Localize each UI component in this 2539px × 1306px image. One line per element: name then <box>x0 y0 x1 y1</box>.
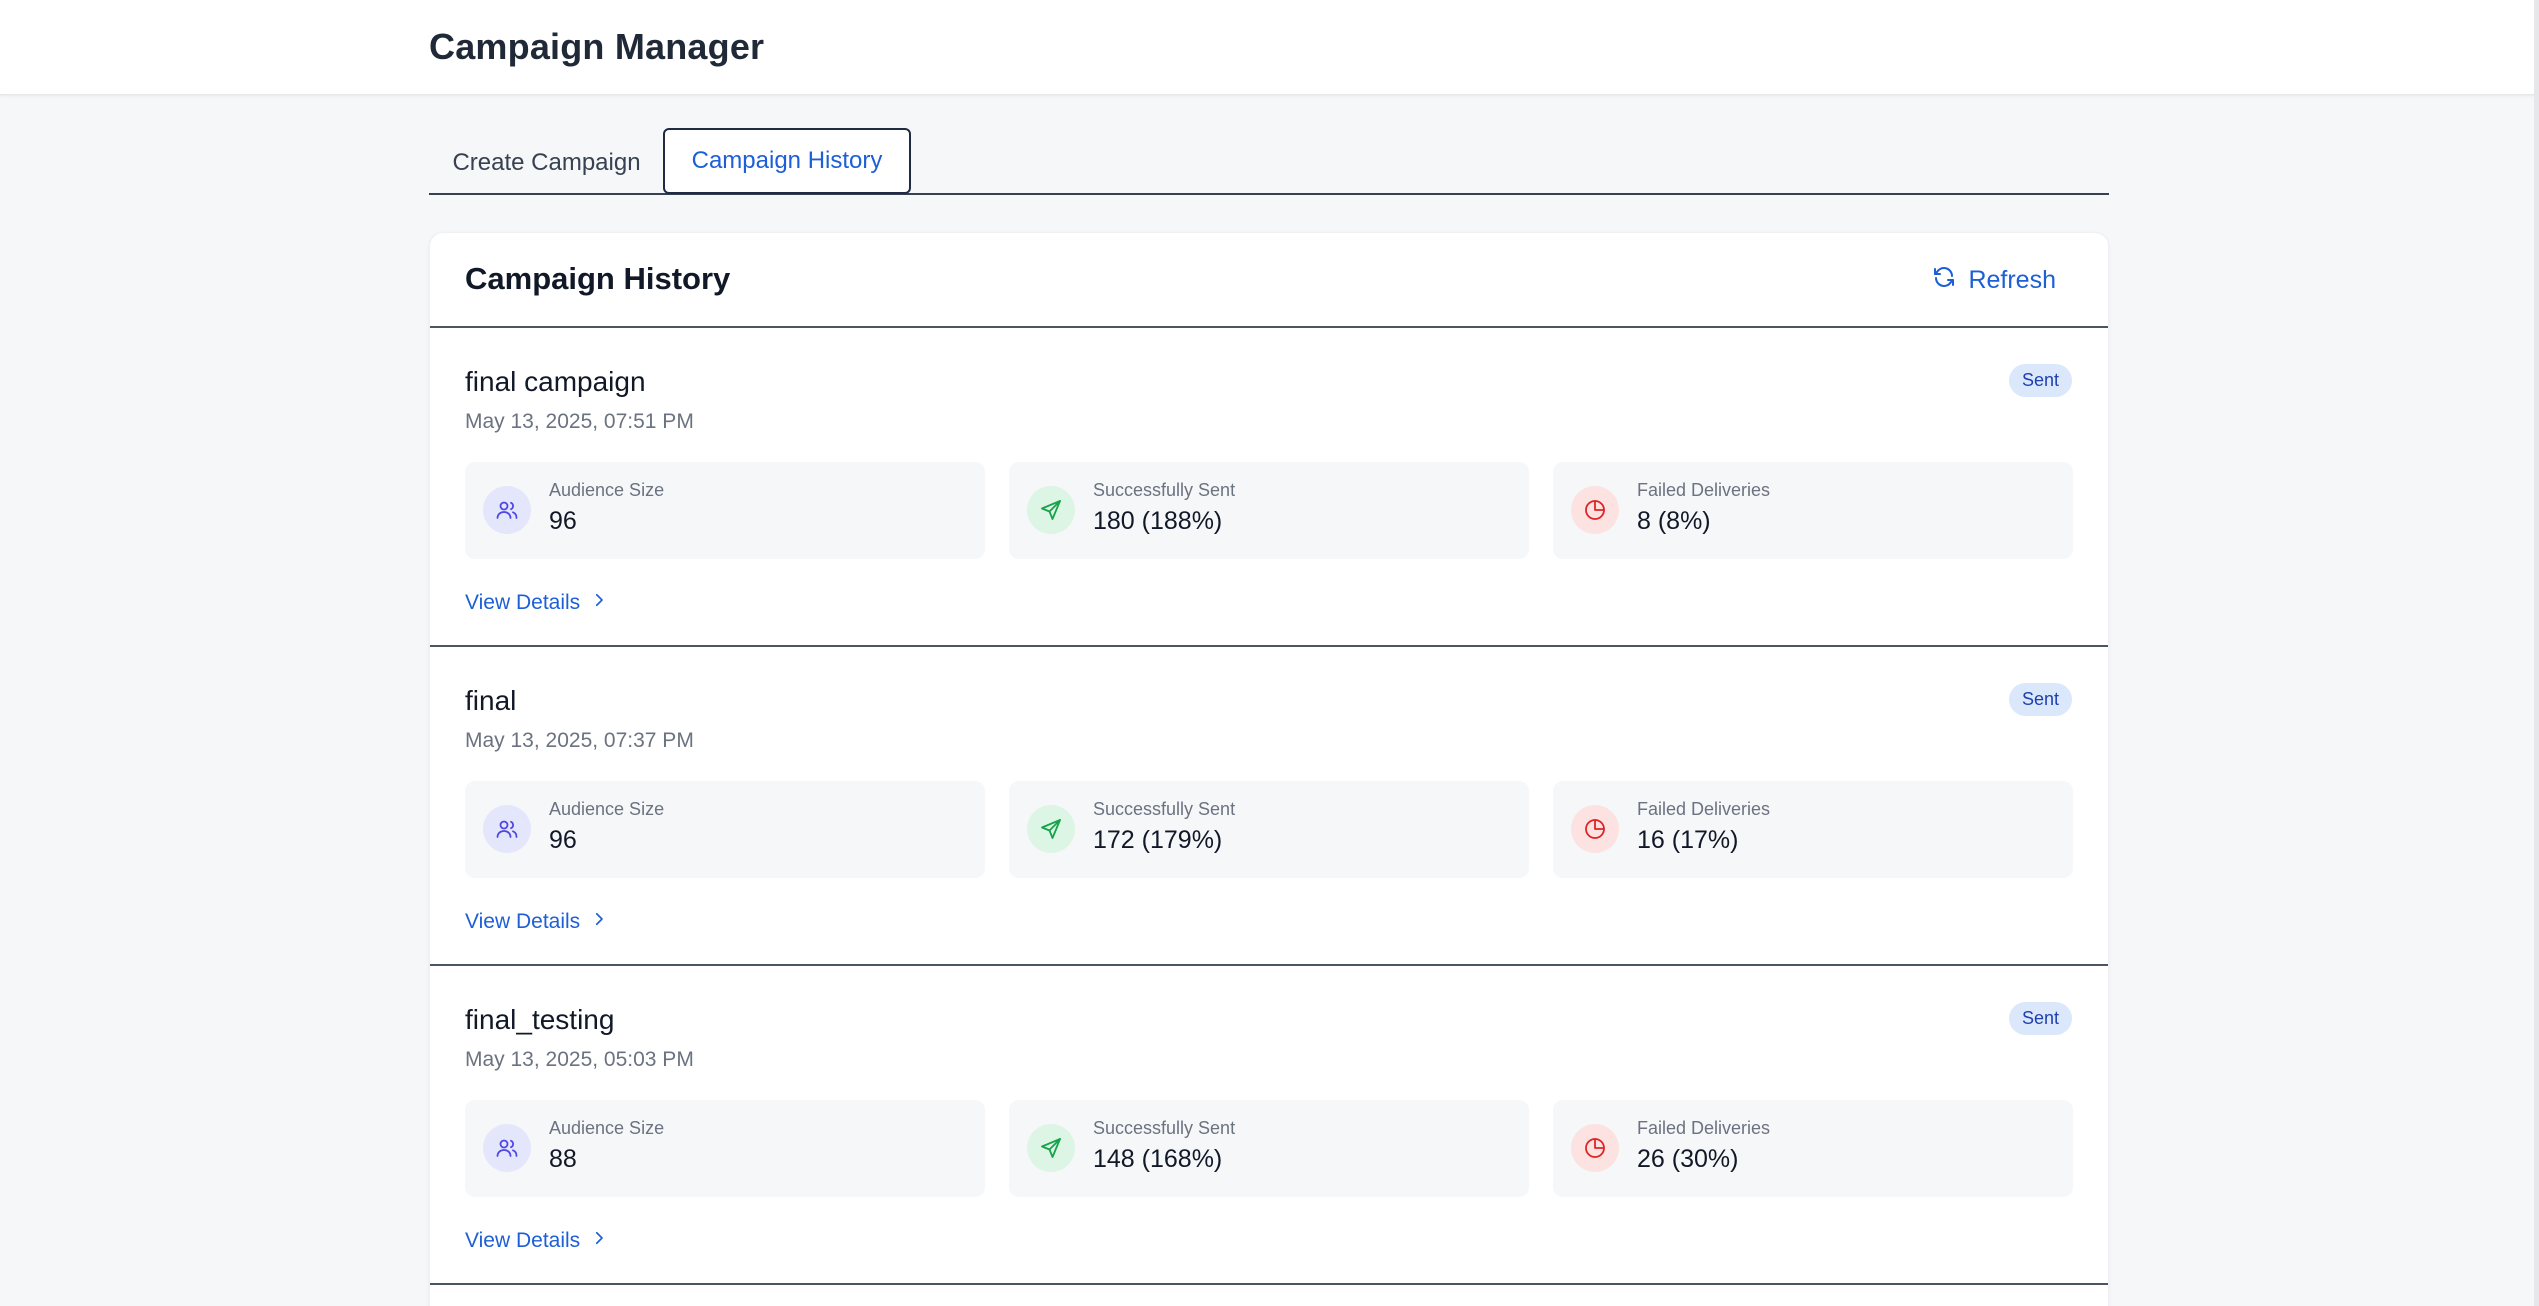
pie-chart-icon <box>1571 1124 1619 1172</box>
stat-value: 88 <box>549 1145 577 1173</box>
campaign-card: final_testing May 13, 2025, 05:03 PM Sen… <box>430 966 2108 1285</box>
campaign-name: final_testing <box>465 1004 615 1035</box>
panel-title: Campaign History <box>465 261 731 296</box>
stat-label: Failed Deliveries <box>1637 1118 1771 1138</box>
campaign-date: May 13, 2025, 05:03 PM <box>465 1048 694 1071</box>
users-icon <box>483 1124 531 1172</box>
refresh-label: Refresh <box>1968 265 2056 294</box>
chevron-right-icon <box>590 591 608 615</box>
top-bar: Campaign Manager <box>0 0 2539 95</box>
tab-bar: Create Campaign Campaign History <box>429 128 2109 195</box>
status-badge: Sent <box>2008 683 2072 716</box>
failed-deliveries-stat: Failed Deliveries 8 (8%) <box>1553 462 2073 559</box>
status-badge: Sent <box>2008 1002 2072 1035</box>
stat-label: Failed Deliveries <box>1637 799 1771 819</box>
users-icon <box>483 805 531 853</box>
stat-label: Audience Size <box>549 799 665 819</box>
stat-value: 8 (8%) <box>1637 507 1711 535</box>
chevron-right-icon <box>590 910 608 934</box>
users-icon <box>483 486 531 534</box>
stat-value: 26 (30%) <box>1637 1145 1739 1173</box>
pie-chart-icon <box>1571 805 1619 853</box>
view-details-link[interactable]: View Details <box>465 591 608 615</box>
app-title: Campaign Manager <box>429 26 765 67</box>
stat-value: 96 <box>549 507 577 535</box>
stat-label: Audience Size <box>549 1118 665 1138</box>
stat-label: Successfully Sent <box>1093 1118 1236 1138</box>
campaign-date: May 13, 2025, 07:51 PM <box>465 410 694 433</box>
view-details-label: View Details <box>465 1229 581 1252</box>
campaign-card: final May 13, 2025, 07:37 PM Sent Audien… <box>430 647 2108 966</box>
audience-size-stat: Audience Size 88 <box>465 1100 985 1197</box>
panel-header: Campaign History Refresh <box>430 233 2108 328</box>
scrollbar[interactable] <box>2534 0 2539 1306</box>
stat-label: Successfully Sent <box>1093 799 1236 819</box>
stat-value: 16 (17%) <box>1637 826 1739 854</box>
audience-size-stat: Audience Size 96 <box>465 462 985 559</box>
send-icon <box>1027 805 1075 853</box>
failed-deliveries-stat: Failed Deliveries 26 (30%) <box>1553 1100 2073 1197</box>
stat-value: 172 (179%) <box>1093 826 1223 854</box>
stat-label: Successfully Sent <box>1093 480 1236 500</box>
stat-value: 148 (168%) <box>1093 1145 1223 1173</box>
stat-value: 96 <box>549 826 577 854</box>
campaign-history-panel: Campaign History Refresh final campaign … <box>429 232 2109 1306</box>
failed-deliveries-stat: Failed Deliveries 16 (17%) <box>1553 781 2073 878</box>
refresh-button[interactable]: Refresh <box>1932 263 2056 297</box>
view-details-link[interactable]: View Details <box>465 910 608 934</box>
campaign-date: May 13, 2025, 07:37 PM <box>465 729 694 752</box>
tab-campaign-history[interactable]: Campaign History <box>663 128 911 194</box>
stat-label: Failed Deliveries <box>1637 480 1771 500</box>
send-icon <box>1027 486 1075 534</box>
view-details-label: View Details <box>465 910 581 933</box>
pie-chart-icon <box>1571 486 1619 534</box>
view-details-label: View Details <box>465 591 581 614</box>
chevron-right-icon <box>590 1229 608 1253</box>
stat-value: 180 (188%) <box>1093 507 1223 535</box>
tab-create-campaign[interactable]: Create Campaign <box>429 128 664 194</box>
view-details-link[interactable]: View Details <box>465 1229 608 1253</box>
send-icon <box>1027 1124 1075 1172</box>
campaign-name: final <box>465 685 517 716</box>
stat-label: Audience Size <box>549 480 665 500</box>
refresh-icon <box>1932 265 1956 296</box>
audience-size-stat: Audience Size 96 <box>465 781 985 878</box>
campaign-name: final campaign <box>465 366 646 397</box>
successfully-sent-stat: Successfully Sent 180 (188%) <box>1009 462 1529 559</box>
successfully-sent-stat: Successfully Sent 172 (179%) <box>1009 781 1529 878</box>
campaign-card: final campaign May 13, 2025, 07:51 PM Se… <box>430 328 2108 647</box>
successfully-sent-stat: Successfully Sent 148 (168%) <box>1009 1100 1529 1197</box>
status-badge: Sent <box>2008 364 2072 397</box>
